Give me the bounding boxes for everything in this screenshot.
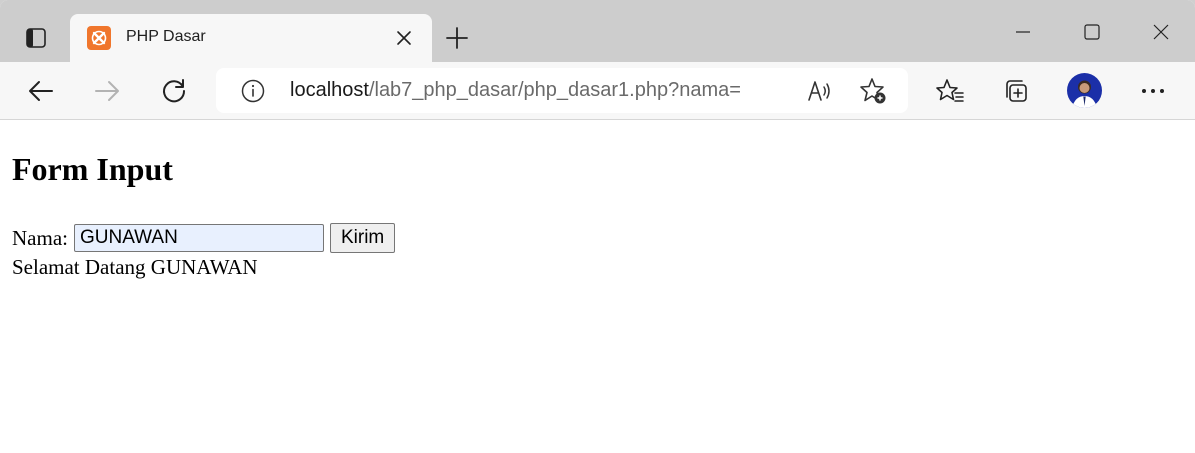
tab-active[interactable]: PHP Dasar [70,14,432,62]
tab-actions-icon [26,28,46,48]
tab-strip: PHP Dasar [0,0,1195,62]
refresh-button[interactable] [155,72,193,110]
maximize-button[interactable] [1072,12,1112,52]
plus-icon [446,27,468,49]
submit-button[interactable]: Kirim [329,223,396,253]
welcome-message: Selamat Datang GUNAWAN [12,255,258,279]
add-favorite-icon [860,78,886,104]
input-form: Nama: Kirim [12,222,396,254]
collections-button[interactable] [997,72,1035,110]
info-icon [241,79,265,103]
more-icon [1142,89,1164,93]
minimize-icon [1016,31,1030,33]
close-window-icon [1153,24,1169,40]
maximize-icon [1084,24,1100,40]
browser-window: PHP Dasar localhost/lab7_php_dasar/php_d… [0,0,1195,453]
url-host: localhost [290,79,369,101]
page-heading: Form Input [12,151,173,187]
forward-button[interactable] [88,72,126,110]
minimize-button[interactable] [1003,12,1043,52]
tab-actions-button[interactable] [18,22,54,54]
collections-icon [1006,80,1027,102]
close-tab-button[interactable] [392,26,416,50]
url-text[interactable]: localhost/lab7_php_dasar/php_dasar1.php?… [290,79,741,102]
back-button[interactable] [22,72,60,110]
read-aloud-button[interactable] [804,76,836,106]
add-favorite-button[interactable] [857,76,889,106]
avatar[interactable] [1067,73,1102,108]
new-tab-button[interactable] [440,21,474,55]
url-path: /lab7_php_dasar/php_dasar1.php?nama= [368,79,741,101]
read-aloud-icon [808,81,830,101]
name-label: Nama: [12,225,68,250]
more-button[interactable] [1134,72,1172,110]
close-icon [397,31,411,45]
favorites-button[interactable] [931,72,969,110]
page-content: Form Input Nama: Kirim Selamat Datang GU… [0,120,1195,453]
browser-toolbar: localhost/lab7_php_dasar/php_dasar1.php?… [0,62,1195,120]
site-info-button[interactable] [240,78,266,104]
tab-title: PHP Dasar [126,28,206,45]
xampp-icon [87,26,111,50]
forward-arrow-icon [95,81,119,101]
back-arrow-icon [29,81,53,101]
name-input[interactable] [73,224,324,252]
address-bar[interactable]: localhost/lab7_php_dasar/php_dasar1.php?… [216,68,908,113]
close-window-button[interactable] [1141,12,1181,52]
favorites-icon [936,79,964,102]
refresh-icon [163,79,186,103]
